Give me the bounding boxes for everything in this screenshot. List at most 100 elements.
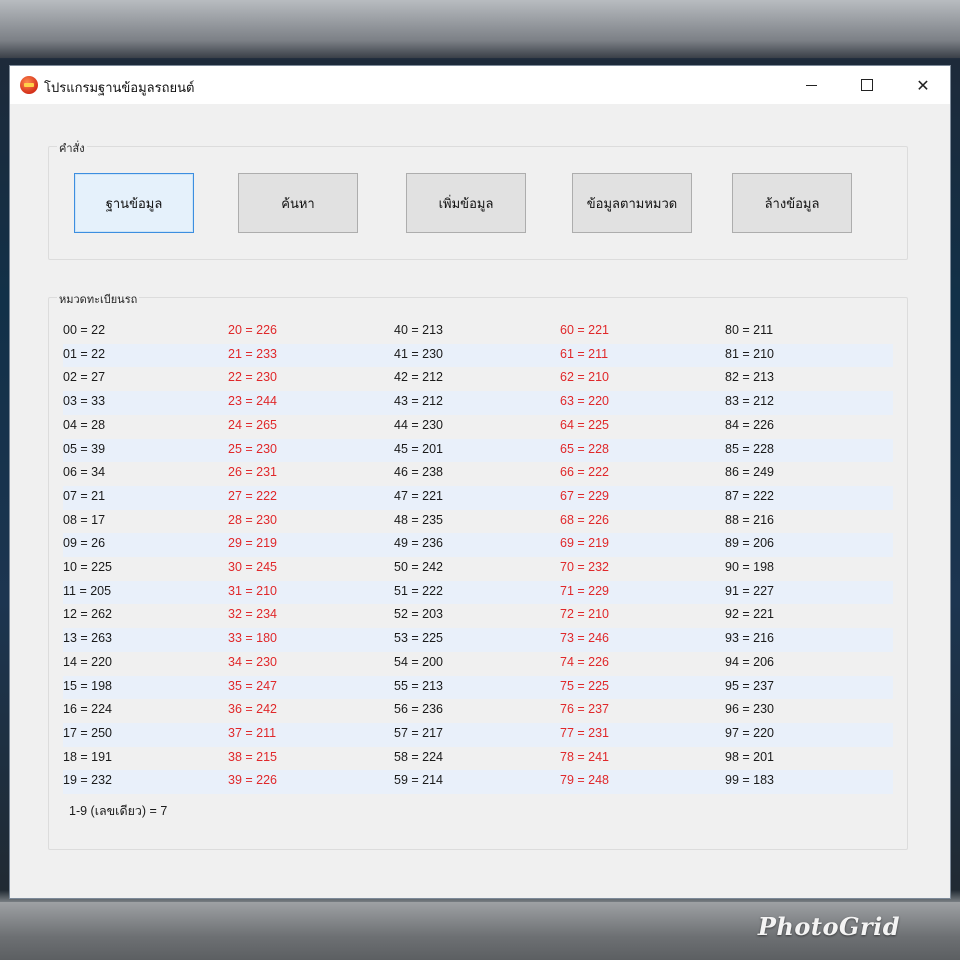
category-count-cell: 23 = 244: [228, 394, 278, 409]
category-count-cell: 00 = 22: [63, 323, 106, 337]
table-row: 02 = 27 22 = 230 42 = 212 62 = 210 82 = 213: [63, 367, 893, 391]
category-count-cell: 74 = 226: [560, 654, 610, 669]
category-count-cell: 39 = 226: [228, 773, 278, 788]
command-group-legend: คำสั่ง: [57, 139, 87, 157]
database-button[interactable]: ฐานข้อมูล: [74, 173, 194, 233]
category-group: หมวดทะเบียนรถ 00 = 22 20 = 226 40 = 213 60 …: [48, 290, 908, 850]
category-count-cell: 71 = 229: [560, 583, 610, 598]
category-count-cell: 10 = 225: [63, 560, 113, 574]
category-count-cell: 92 = 221: [725, 607, 775, 622]
category-count-cell: 31 = 210: [228, 583, 278, 598]
category-count-cell: 93 = 216: [725, 631, 775, 646]
category-count-cell: 95 = 237: [725, 678, 775, 693]
table-row: 10 = 225 30 = 245 50 = 242 70 = 232 90 = 198: [63, 557, 893, 581]
category-count-cell: 37 = 211: [228, 725, 277, 740]
category-group-legend: หมวดทะเบียนรถ: [57, 290, 140, 308]
category-count-cell: 96 = 230: [725, 702, 775, 717]
category-count-cell: 78 = 241: [560, 749, 610, 764]
app-logo-icon: [20, 76, 38, 94]
category-count-cell: 90 = 198: [725, 560, 775, 574]
category-count-cell: 40 = 213: [394, 323, 444, 337]
table-row: 06 = 34 26 = 231 46 = 238 66 = 222 86 = 249: [63, 462, 893, 486]
title-bar[interactable]: โปรแกรมฐานข้อมูลรถยนต์ ✕: [10, 66, 950, 104]
category-count-cell: 26 = 231: [228, 465, 278, 480]
category-count-cell: 11 = 205: [63, 583, 112, 598]
category-count-cell: 50 = 242: [394, 560, 444, 574]
add-data-button[interactable]: เพิ่มข้อมูล: [406, 173, 526, 233]
category-count-cell: 03 = 33: [63, 394, 106, 409]
category-count-cell: 44 = 230: [394, 417, 444, 432]
category-count-cell: 45 = 201: [394, 441, 444, 456]
category-count-cell: 72 = 210: [560, 607, 610, 622]
category-count-cell: 15 = 198: [63, 678, 113, 693]
category-count-cell: 05 = 39: [63, 441, 106, 456]
table-row: 12 = 262 32 = 234 52 = 203 72 = 210 92 = 221: [63, 604, 893, 628]
category-count-cell: 32 = 234: [228, 607, 278, 622]
category-count-cell: 14 = 220: [63, 654, 113, 669]
table-row: 17 = 250 37 = 211 57 = 217 77 = 231 97 = 220: [63, 722, 893, 747]
category-count-cell: 04 = 28: [63, 417, 106, 432]
maximize-button[interactable]: [844, 66, 890, 104]
category-count-cell: 63 = 220: [560, 394, 610, 409]
category-count-cell: 67 = 229: [560, 488, 610, 503]
table-row: 01 = 22 21 = 233 41 = 230 61 = 211 81 = 210: [63, 343, 893, 368]
table-row: 13 = 263 33 = 180 53 = 225 73 = 246 93 = 216: [63, 628, 893, 652]
category-count-cell: 41 = 230: [394, 346, 444, 361]
table-row: 07 = 21 27 = 222 47 = 221 67 = 229 87 = 222: [63, 485, 893, 510]
category-count-cell: 27 = 222: [228, 488, 278, 503]
close-button[interactable]: ✕: [900, 66, 946, 104]
category-count-cell: 18 = 191: [63, 749, 113, 764]
category-count-cell: 21 = 233: [228, 346, 278, 361]
single-digit-total: 1-9 (เลขเดียว) = 7: [69, 804, 168, 818]
category-count-cell: 76 = 237: [560, 702, 610, 717]
category-count-cell: 85 = 228: [725, 441, 775, 456]
category-count-cell: 61 = 211: [560, 346, 609, 361]
category-count-cell: 28 = 230: [228, 512, 278, 527]
category-count-cell: 80 = 211: [725, 323, 774, 337]
category-count-cell: 55 = 213: [394, 678, 444, 693]
table-row: 15 = 198 35 = 247 55 = 213 75 = 225 95 = 237: [63, 675, 893, 700]
category-count-cell: 08 = 17: [63, 512, 106, 527]
category-count-cell: 29 = 219: [228, 536, 278, 551]
category-count-cell: 75 = 225: [560, 678, 610, 693]
category-count-cell: 59 = 214: [394, 773, 444, 788]
category-count-cell: 01 = 22: [63, 346, 106, 361]
photogrid-watermark: PhotoGrid: [757, 912, 900, 941]
category-count-cell: 09 = 26: [63, 536, 106, 551]
clear-data-button[interactable]: ล้างข้อมูล: [732, 173, 852, 233]
category-count-cell: 51 = 222: [394, 583, 444, 598]
category-count-cell: 46 = 238: [394, 465, 444, 480]
category-count-cell: 86 = 249: [725, 465, 775, 480]
table-row: 11 = 205 31 = 210 51 = 222 71 = 229 91 = 227: [63, 580, 893, 605]
category-count-cell: 47 = 221: [394, 488, 444, 503]
app-window: โปรแกรมฐานข้อมูลรถยนต์ ✕ คำสั่ง ฐานข้อมู…: [10, 66, 950, 898]
category-count-cell: 77 = 231: [560, 725, 610, 740]
category-count-cell: 30 = 245: [228, 560, 278, 574]
category-count-cell: 83 = 212: [725, 394, 775, 409]
category-count-cell: 97 = 220: [725, 725, 775, 740]
category-count-cell: 07 = 21: [63, 488, 106, 503]
search-button[interactable]: ค้นหา: [238, 173, 358, 233]
table-row: 03 = 33 23 = 244 43 = 212 63 = 220 83 = 212: [63, 391, 893, 415]
category-count-cell: 58 = 224: [394, 749, 444, 764]
minimize-button[interactable]: [788, 66, 834, 104]
category-count-cell: 53 = 225: [394, 631, 444, 646]
category-count-cell: 48 = 235: [394, 512, 444, 527]
minimize-icon: [805, 84, 817, 86]
category-count-cell: 89 = 206: [725, 536, 775, 551]
category-count-cell: 52 = 203: [394, 607, 444, 622]
category-count-cell: 79 = 248: [560, 773, 610, 788]
category-count-cell: 64 = 225: [560, 417, 610, 432]
category-count-cell: 35 = 247: [228, 678, 278, 693]
category-count-cell: 69 = 219: [560, 536, 610, 551]
table-row: 16 = 224 36 = 242 56 = 236 76 = 237 96 = 230: [63, 699, 893, 723]
data-by-category-button[interactable]: ข้อมูลตามหมวด: [572, 173, 692, 233]
table-row: 18 = 191 38 = 215 58 = 224 78 = 241 98 = 201: [63, 747, 893, 771]
category-count-cell: 24 = 265: [228, 417, 278, 432]
category-count-cell: 66 = 222: [560, 465, 610, 480]
table-row: 04 = 28 24 = 265 44 = 230 64 = 225 84 = 226: [63, 415, 893, 439]
table-row: 05 = 39 25 = 230 45 = 201 65 = 228 85 = 228: [63, 438, 893, 463]
window-title: โปรแกรมฐานข้อมูลรถยนต์: [44, 80, 195, 95]
category-count-cell: 99 = 183: [725, 773, 775, 788]
category-count-cell: 65 = 228: [560, 441, 610, 456]
